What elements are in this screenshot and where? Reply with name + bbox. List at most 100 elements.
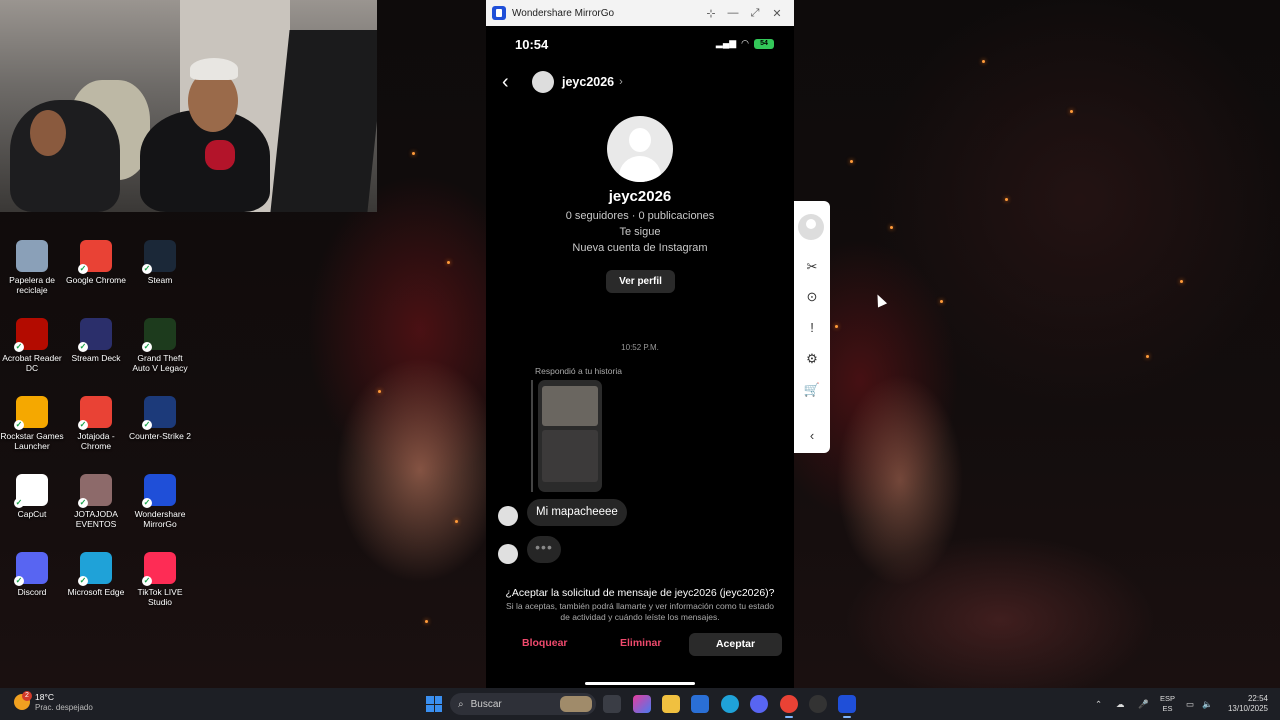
desktop-icon[interactable]: ✓ JOTAJODA EVENTOS xyxy=(64,474,128,529)
desktop-icon-label: Grand Theft Auto V Legacy xyxy=(132,353,188,373)
alert-icon[interactable]: ! xyxy=(800,318,824,338)
clock-date: 13/10/2025 xyxy=(1227,704,1268,713)
maximize-button[interactable]: ⤢ xyxy=(744,7,766,20)
desktop-icon[interactable]: ✓ CapCut xyxy=(0,474,64,519)
follows-you-label: Te sigue xyxy=(619,226,661,238)
phone-screen[interactable]: 10:54 ▂▄▆ ◠ 54 ‹ jeyc2026 › jeyc2026 0 s… xyxy=(486,26,794,688)
block-button[interactable]: Bloquear xyxy=(522,637,568,649)
gta-icon: ✓ xyxy=(142,318,176,352)
story-reply-label: Respondió a tu historia xyxy=(535,366,622,376)
language-indicator[interactable]: ESP ES xyxy=(1160,694,1175,714)
desktop-icon-label: Stream Deck xyxy=(71,353,121,363)
delete-button[interactable]: Eliminar xyxy=(620,637,661,649)
avatar[interactable] xyxy=(498,506,518,526)
keyboard-layout: ES xyxy=(1162,704,1173,713)
obs-icon[interactable] xyxy=(809,695,827,713)
account-avatar-icon[interactable] xyxy=(798,214,824,240)
avatar[interactable] xyxy=(532,71,554,93)
desktop-icon[interactable]: ✓ Jotajoda - Chrome xyxy=(64,396,128,451)
system-clock[interactable]: 22:54 13/10/2025 xyxy=(1222,694,1268,714)
desktop-icon-label: CapCut xyxy=(17,509,47,519)
chevron-right-icon[interactable]: › xyxy=(619,76,623,88)
desktop-icon[interactable]: ✓ Counter-Strike 2 xyxy=(128,396,192,441)
cs2-icon: ✓ xyxy=(142,396,176,430)
mirrorgo-taskbar-icon[interactable] xyxy=(838,695,856,718)
search-placeholder: Buscar xyxy=(470,698,502,710)
desktop-icon[interactable]: ✓ Discord xyxy=(0,552,64,597)
desktop-icon[interactable]: ✓ Microsoft Edge xyxy=(64,552,128,597)
file-explorer-icon[interactable] xyxy=(662,695,680,713)
mirrorgo-icon: ✓ xyxy=(142,474,176,508)
weather-widget[interactable]: 2 18°C Prac. despejado xyxy=(14,691,93,712)
discord-icon: ✓ xyxy=(14,552,48,586)
taskbar-search[interactable]: ⌕ Buscar xyxy=(450,693,596,715)
desktop-icon-label: Steam xyxy=(147,275,173,285)
record-icon[interactable]: ⊙ xyxy=(800,287,824,307)
desktop-icon[interactable]: ✓ Acrobat Reader DC xyxy=(0,318,64,373)
rockstar-icon: ✓ xyxy=(14,396,48,430)
view-profile-button[interactable]: Ver perfil xyxy=(606,270,675,293)
desktop-icon-label: Jotajoda - Chrome xyxy=(77,431,115,451)
avatar[interactable] xyxy=(498,544,518,564)
mirrorgo-toolbar: ✂ ⊙! ⚙ 🛒 ‹ xyxy=(794,201,830,453)
scissors-icon[interactable]: ✂ xyxy=(800,257,824,277)
weather-temp: 18°C xyxy=(35,692,54,702)
reply-indicator-bar xyxy=(531,380,533,492)
microphone-icon[interactable]: 🎤 xyxy=(1138,688,1149,720)
desktop-icon-label: Rockstar Games Launcher xyxy=(0,431,64,451)
back-button[interactable]: ‹ xyxy=(502,71,532,94)
edge-icon[interactable] xyxy=(721,695,739,713)
desktop-icon[interactable]: Papelera de reciclaje xyxy=(0,240,64,295)
new-account-label: Nueva cuenta de Instagram xyxy=(572,242,708,254)
desktop-icon[interactable]: ✓ Steam xyxy=(128,240,192,285)
start-button[interactable] xyxy=(426,696,442,712)
desktop-icon[interactable]: ✓ Rockstar Games Launcher xyxy=(0,396,64,451)
settings-icon[interactable]: ⚙ xyxy=(800,349,824,369)
desktop-icon[interactable]: ✓ TikTok LIVE Studio xyxy=(128,552,192,607)
signal-icon: ▂▄▆ xyxy=(715,38,737,48)
message-bubble[interactable]: Mi mapacheeee xyxy=(527,499,627,526)
status-icons: ▂▄▆ ◠ 54 xyxy=(716,38,774,49)
desktop-icon-label: Acrobat Reader DC xyxy=(2,353,62,373)
header-username[interactable]: jeyc2026 xyxy=(562,75,614,89)
taskbar: 2 18°C Prac. despejado ⌕ Buscar ⌃ ☁ 🎤 ES… xyxy=(0,688,1280,720)
profile-stats: 0 seguidores · 0 publicaciones xyxy=(565,210,715,222)
chrome-icon[interactable] xyxy=(780,695,798,718)
desktop-icon[interactable]: ✓ Stream Deck xyxy=(64,318,128,363)
folder-file-icon: ✓ xyxy=(78,474,112,508)
minimize-button[interactable]: — xyxy=(722,7,744,19)
desktop-icon[interactable]: ✓ Wondershare MirrorGo xyxy=(128,474,192,529)
pin-button[interactable]: ⊹ xyxy=(700,7,722,20)
store-icon[interactable] xyxy=(691,695,709,713)
desktop-icon[interactable]: ✓ Grand Theft Auto V Legacy xyxy=(128,318,192,373)
volume-icon[interactable]: 🔈 xyxy=(1202,688,1213,720)
tray-chevron-icon[interactable]: ⌃ xyxy=(1095,688,1102,720)
chat-header: ‹ jeyc2026 › xyxy=(502,70,778,94)
accept-button[interactable]: Aceptar xyxy=(689,633,782,656)
task-view-icon[interactable] xyxy=(603,695,621,713)
weather-sun-icon: 2 xyxy=(14,691,32,710)
webcam-overlay xyxy=(0,0,377,212)
weather-desc: Prac. despejado xyxy=(35,703,93,712)
profile-name: jeyc2026 xyxy=(608,188,672,205)
home-indicator[interactable] xyxy=(585,682,695,685)
desktop-icon-label: Discord xyxy=(17,587,47,597)
wifi-icon: ◠ xyxy=(741,38,749,48)
search-highlight-image xyxy=(560,696,592,712)
discord-icon[interactable] xyxy=(750,695,768,713)
chrome-icon: ✓ xyxy=(78,396,112,430)
profile-avatar[interactable] xyxy=(607,116,673,182)
copilot-icon[interactable] xyxy=(633,695,651,713)
typing-indicator: ••• xyxy=(527,536,561,563)
close-button[interactable]: ✕ xyxy=(766,7,788,20)
mirrorgo-window: Wondershare MirrorGo ⊹ — ⤢ ✕ 10:54 ▂▄▆ ◠… xyxy=(486,0,794,688)
mirrorgo-titlebar[interactable]: Wondershare MirrorGo ⊹ — ⤢ ✕ xyxy=(486,0,794,26)
collapse-chevron-icon[interactable]: ‹ xyxy=(800,426,824,446)
onedrive-icon[interactable]: ☁ xyxy=(1116,688,1125,720)
language-code: ESP xyxy=(1160,694,1176,703)
desktop-icon[interactable]: ✓ Google Chrome xyxy=(64,240,128,285)
story-thumbnail[interactable] xyxy=(538,380,602,492)
network-icon[interactable]: ▭ xyxy=(1186,688,1194,720)
cart-icon[interactable]: 🛒 xyxy=(800,380,824,400)
mirrorgo-logo-icon xyxy=(492,6,506,20)
